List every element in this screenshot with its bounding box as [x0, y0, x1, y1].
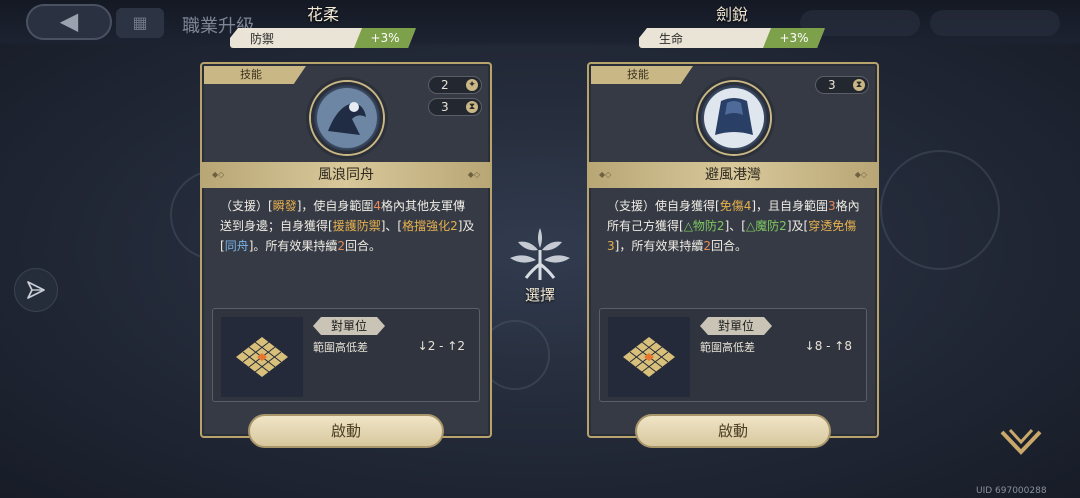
skill-icon	[698, 82, 770, 154]
stat-value: +3%	[763, 28, 825, 48]
back-arrow-icon: ◀	[59, 7, 79, 35]
activate-button[interactable]: 啟動	[248, 414, 444, 448]
cloak-icon	[704, 88, 764, 148]
skill-icon	[311, 82, 383, 154]
stat-value: +3%	[354, 28, 416, 48]
cooldown-badge: 3 ⧗	[428, 98, 482, 116]
skill-name: 避風港灣	[587, 162, 879, 188]
stat-bar: 防禦 +3%	[230, 28, 416, 48]
cooldown-badge: 3 ⧗	[815, 76, 869, 94]
choose-label: 選擇	[524, 286, 555, 304]
warrior-icon	[317, 88, 377, 148]
chevron-down-icon[interactable]	[996, 424, 1046, 464]
grid-icon: ▦	[132, 13, 148, 32]
card-tag: 技能	[204, 66, 306, 84]
grid-menu-button[interactable]: ▦	[116, 8, 164, 38]
diamond-grid-icon	[623, 337, 675, 377]
range-map	[221, 317, 303, 397]
range-panel: 對單位 範圍高低差 ↓8 - ↑8	[599, 308, 867, 402]
range-tag: 對單位	[700, 317, 772, 335]
uid-text: UID 697000288	[976, 486, 1047, 496]
skill-card-left[interactable]: 技能 2✦ 3⧗ 風浪同舟 （支援）[瞬發]，使自身範圍4格內其他友軍傳送到身邊…	[200, 62, 492, 448]
skill-description: （支援）[瞬發]，使自身範圍4格內其他友軍傳送到身邊；自身獲得[援護防禦]、[格…	[220, 199, 475, 253]
char-name: 劍銳	[715, 5, 748, 24]
stat-label: 防禦	[250, 31, 275, 46]
char-name: 花柔	[306, 5, 339, 24]
char-header-left: 花柔 防禦 +3%	[228, 4, 418, 48]
choose-emblem: 選擇	[500, 220, 580, 310]
range-value: ↓8 - ↑8	[804, 339, 852, 353]
diamond-grid-icon	[236, 337, 288, 377]
stat-bar: 生命 +3%	[639, 28, 825, 48]
range-label: 範圍高低差	[700, 341, 755, 354]
skill-name: 風浪同舟	[200, 162, 492, 188]
send-icon	[27, 281, 45, 299]
hourglass-icon: ⧗	[466, 101, 478, 113]
hourglass-icon: ⧗	[853, 79, 865, 91]
range-map	[608, 317, 690, 397]
tree-emblem-icon	[510, 228, 570, 280]
range-label: 範圍高低差	[313, 341, 368, 354]
star-icon: ✦	[466, 79, 478, 91]
char-header-right: 劍銳 生命 +3%	[637, 4, 827, 48]
game-screen: ◀ ▦ 職業升級 花柔 防禦 +3% 技能 2✦ 3⧗ 風浪同舟 （支援）[瞬發…	[0, 0, 1080, 498]
back-button[interactable]: ◀	[26, 4, 112, 40]
card-tag: 技能	[591, 66, 693, 84]
bg-deco	[880, 150, 1000, 270]
currency-pill-2[interactable]	[930, 10, 1060, 36]
cost-badge: 2 ✦	[428, 76, 482, 94]
share-button[interactable]	[14, 268, 58, 312]
range-tag: 對單位	[313, 317, 385, 335]
skill-description: （支援）使自身獲得[免傷4]，且自身範圍3格內所有己方獲得[△物防2]、[△魔防…	[607, 199, 860, 253]
stat-label: 生命	[659, 31, 684, 46]
range-panel: 對單位 範圍高低差 ↓2 - ↑2	[212, 308, 480, 402]
activate-button[interactable]: 啟動	[635, 414, 831, 448]
skill-card-right[interactable]: 技能 3⧗ 避風港灣 （支援）使自身獲得[免傷4]，且自身範圍3格內所有己方獲得…	[587, 62, 879, 448]
range-value: ↓2 - ↑2	[417, 339, 465, 353]
